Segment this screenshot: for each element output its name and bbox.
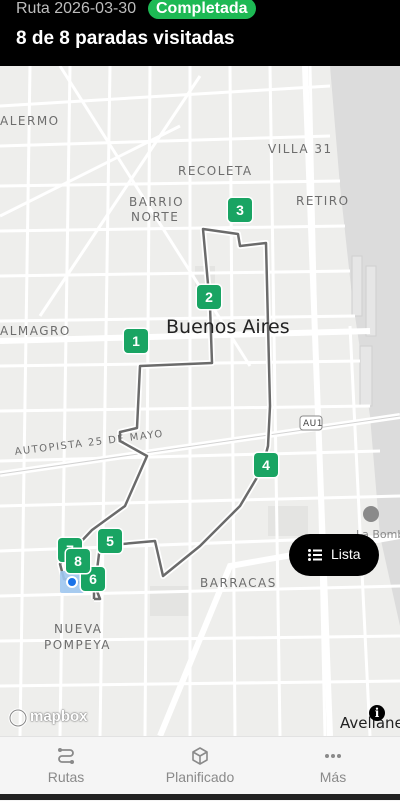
route-icon — [58, 748, 74, 764]
list-button[interactable]: Lista — [289, 534, 379, 576]
status-badge: Completada — [148, 0, 256, 19]
map-label-barracas: BARRACAS — [200, 576, 277, 590]
map-label-recoleta: RECOLETA — [178, 164, 253, 178]
map-label-retiro: RETIRO — [296, 194, 350, 208]
box-icon — [192, 747, 208, 765]
map-label-barrio: BARRIO — [129, 195, 185, 209]
stop-marker-5[interactable]: 5 — [98, 529, 122, 553]
bottom-nav: Rutas Planificado Más — [0, 736, 400, 801]
nav-label-rutas: Rutas — [47, 769, 85, 785]
map-label-norte: NORTE — [131, 210, 180, 224]
stop-marker-3[interactable]: 3 — [228, 198, 252, 222]
map-label-palermo: ALERMO — [0, 114, 60, 128]
list-button-label: Lista — [331, 546, 361, 562]
more-icon — [325, 754, 341, 758]
map-label-pompeya: POMPEYA — [44, 638, 111, 652]
home-indicator — [0, 794, 400, 800]
list-icon — [308, 549, 322, 561]
nav-item-mas[interactable]: Más — [290, 737, 376, 797]
map-city-label: Buenos Aires — [166, 316, 290, 338]
nav-item-planificado[interactable]: Planificado — [150, 737, 250, 797]
info-icon[interactable]: i — [369, 705, 385, 721]
mapbox-logo-text: mapbox — [30, 708, 88, 725]
nav-item-rutas[interactable]: Rutas — [18, 737, 114, 797]
map-label-au1: AU1 — [303, 419, 323, 429]
mapbox-logo-icon — [8, 708, 28, 728]
stop-marker-1[interactable]: 1 — [124, 329, 148, 353]
route-date: Ruta 2026-03-30 — [16, 0, 137, 17]
map-label-villa31: VILLA 31 — [268, 142, 333, 156]
map-label-almagro: ALMAGRO — [0, 324, 71, 338]
stop-marker-2[interactable]: 2 — [197, 285, 221, 309]
nav-label-planificado: Planificado — [165, 769, 235, 785]
route-map[interactable]: ALERMO RECOLETA VILLA 31 BARRIO NORTE RE… — [0, 66, 400, 736]
map-label-nueva: NUEVA — [54, 622, 103, 636]
top-header: Ruta 2026-03-30 Completada 8 de 8 parada… — [0, 0, 400, 66]
stop-marker-8[interactable]: 8 — [66, 549, 90, 573]
nav-label-mas: Más — [319, 769, 347, 785]
stop-marker-4[interactable]: 4 — [254, 453, 278, 477]
page-title: 8 de 8 paradas visitadas — [16, 28, 235, 49]
